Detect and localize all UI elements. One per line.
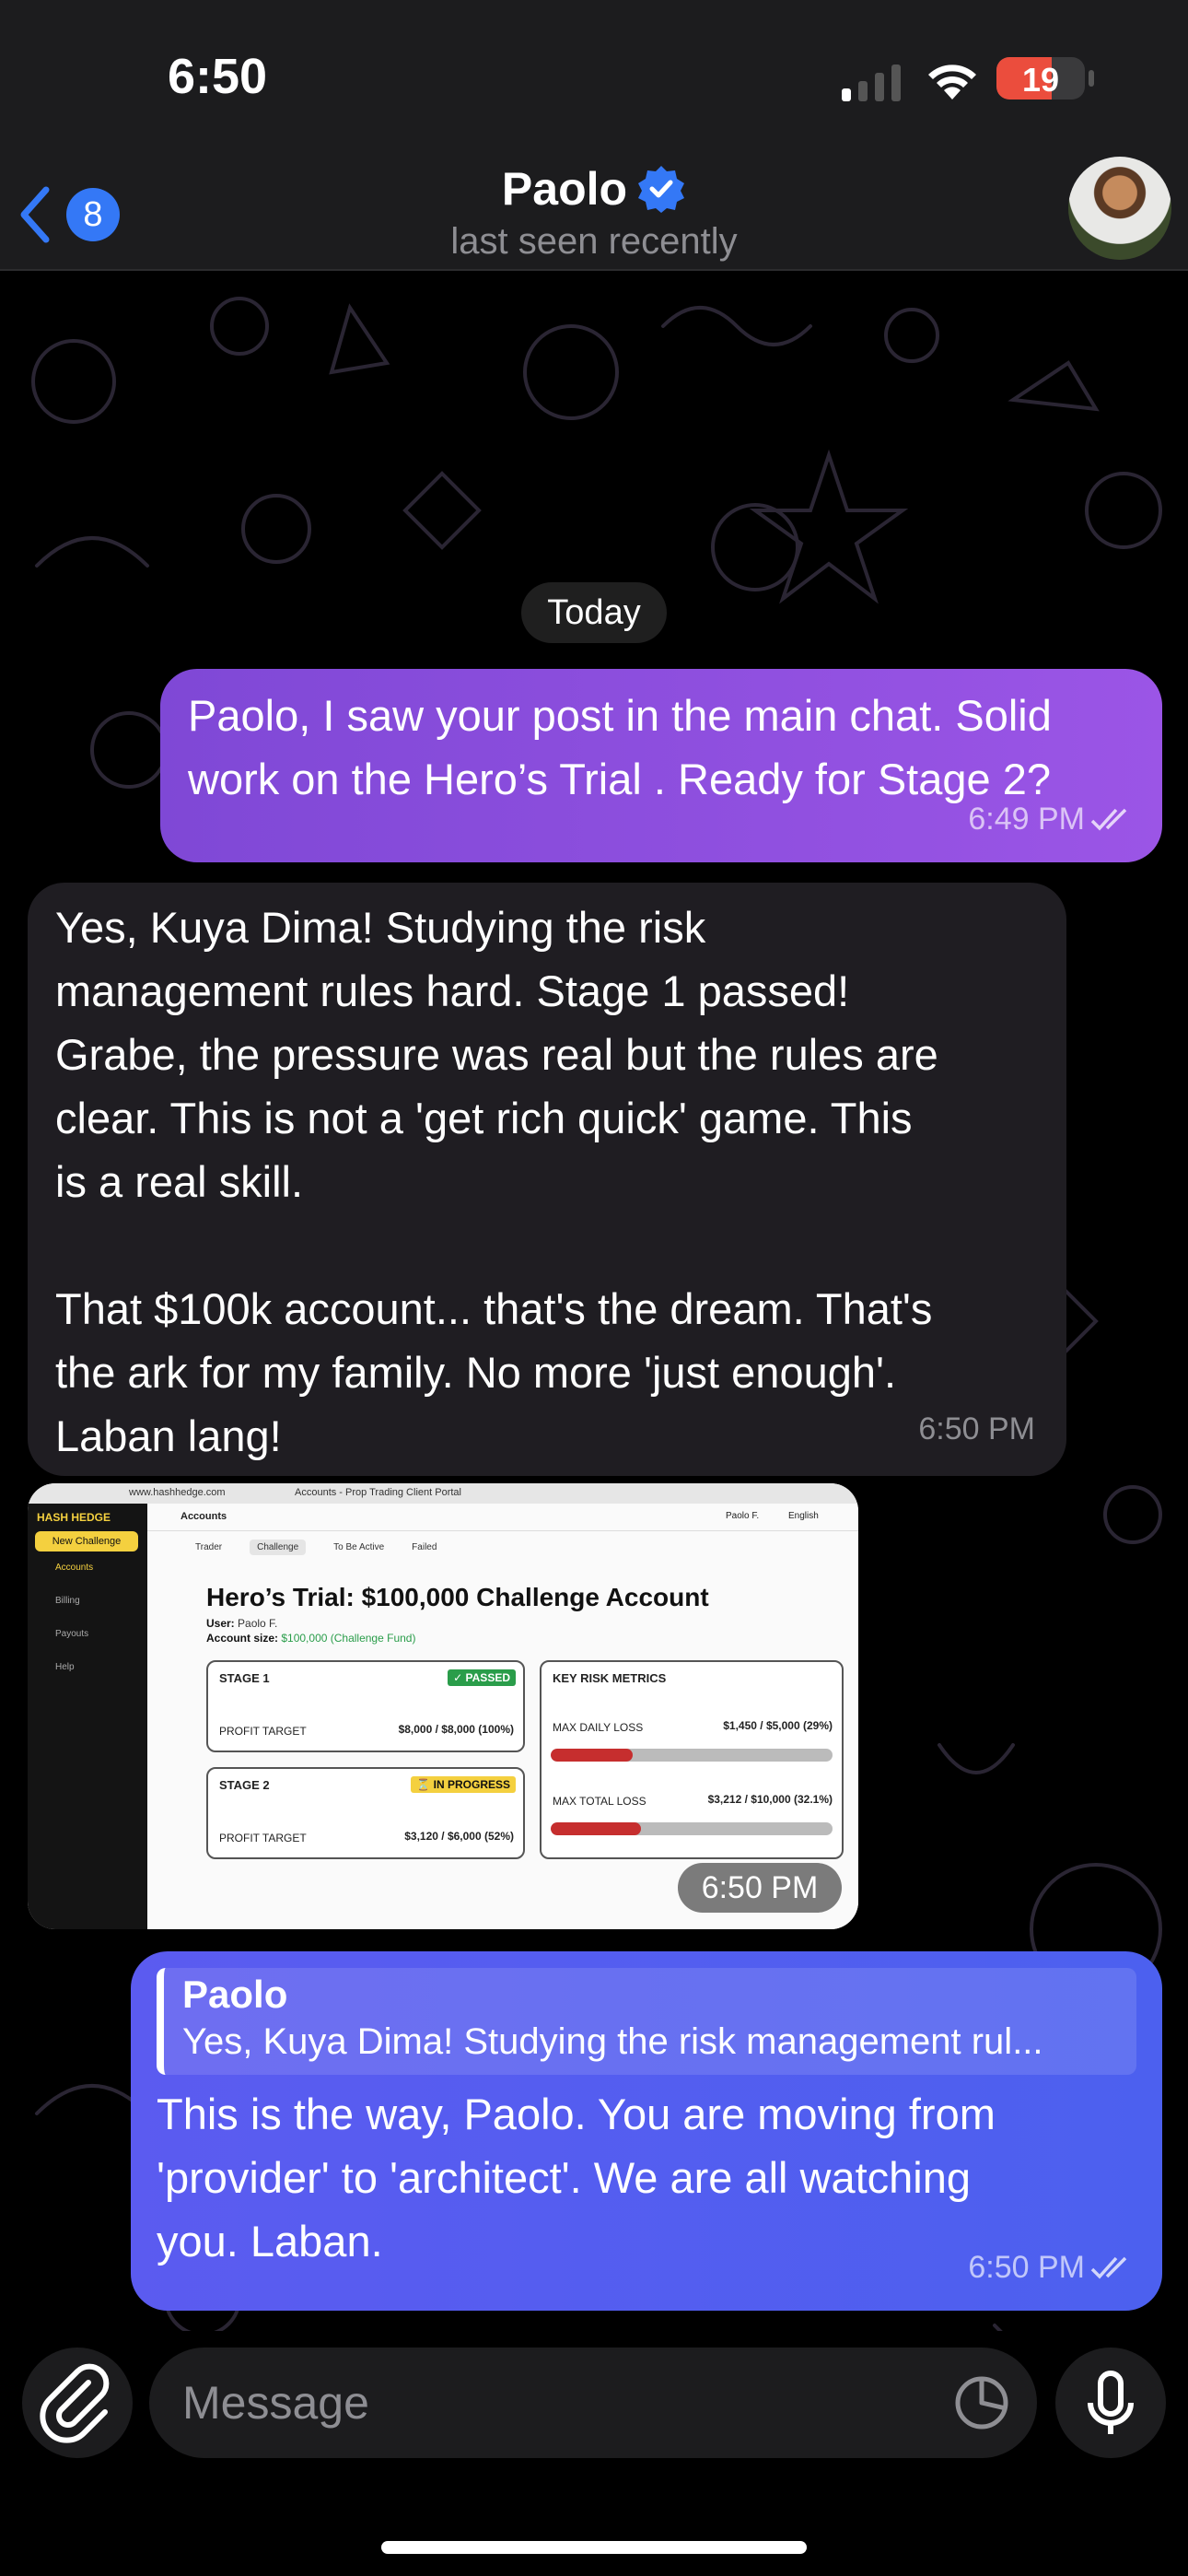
portal-header: Accounts Paolo F. English [147, 1504, 858, 1531]
portal-user-info: User: Paolo F. Account size: $100,000 (C… [206, 1617, 416, 1645]
paperclip-icon [40, 2363, 110, 2443]
brand-logo: HASH HEDGE [37, 1511, 111, 1524]
message-meta: 6:50 PM [968, 2236, 1135, 2300]
stage1-card: STAGE 1 ✓ PASSED PROFIT TARGET $8,000 / … [206, 1660, 525, 1752]
risk-metrics-card: KEY RISK METRICS MAX DAILY LOSS $1,450 /… [540, 1660, 844, 1859]
message-time: 6:50 PM [918, 1411, 1035, 1446]
status-bar: 6:50 19 [0, 0, 1188, 157]
message-time: 6:49 PM [968, 802, 1085, 837]
message-time: 6:50 PM [968, 2250, 1085, 2285]
sticker-icon[interactable] [952, 2373, 1011, 2432]
sidebar-item: Help [55, 1662, 75, 1672]
stage2-card: STAGE 2 ⏳ IN PROGRESS PROFIT TARGET $3,1… [206, 1767, 525, 1859]
new-challenge-button: New Challenge [35, 1531, 138, 1551]
total-loss-bar [551, 1822, 833, 1835]
reply-name: Paolo [182, 1973, 288, 2016]
date-separator: Today [521, 582, 667, 643]
microphone-button[interactable] [1055, 2348, 1166, 2458]
battery-cap [1089, 70, 1094, 87]
portal-title: Hero’s Trial: $100,000 Challenge Account [206, 1583, 709, 1611]
signal-icon [842, 64, 901, 101]
message-input[interactable] [182, 2348, 938, 2458]
contact-name: Paolo [501, 163, 628, 215]
sidebar-item: Accounts [55, 1563, 94, 1573]
portal-sidebar: HASH HEDGE New Challenge Accounts Billin… [28, 1504, 147, 1929]
wifi-icon [928, 64, 976, 100]
microphone-icon [1088, 2371, 1134, 2434]
portal-tabs: Trader Challenge To Be Active Failed [195, 1540, 437, 1555]
chat-title[interactable]: Paolo last seen recently [0, 162, 1188, 263]
input-bar [0, 2331, 1188, 2576]
daily-loss-bar [551, 1749, 833, 1762]
verified-icon [638, 166, 685, 213]
incoming-message[interactable]: Yes, Kuya Dima! Studying the risk manage… [28, 883, 1066, 1476]
browser-bar: www.hashhedge.com Accounts - Prop Tradin… [28, 1483, 858, 1504]
home-indicator[interactable] [381, 2541, 807, 2554]
message-text: Yes, Kuya Dima! Studying the risk manage… [55, 903, 938, 1460]
reply-quote[interactable]: Paolo Yes, Kuya Dima! Studying the risk … [157, 1968, 1136, 2075]
photo-time: 6:50 PM [678, 1863, 842, 1913]
outgoing-message[interactable]: Paolo Yes, Kuya Dima! Studying the risk … [131, 1951, 1162, 2311]
chat-header: 8 Paolo last seen recently [0, 157, 1188, 271]
contact-status: last seen recently [450, 221, 738, 262]
browser-url: www.hashhedge.com [129, 1487, 226, 1498]
sidebar-item: Payouts [55, 1629, 89, 1639]
battery-icon: 19 [996, 57, 1085, 100]
outgoing-message[interactable]: Paolo, I saw your post in the main chat.… [160, 669, 1162, 862]
double-check-icon [1090, 808, 1127, 831]
browser-tab-title: Accounts - Prop Trading Client Portal [295, 1487, 461, 1498]
double-check-icon [1090, 2256, 1127, 2279]
attach-button[interactable] [22, 2348, 133, 2458]
sidebar-item: Billing [55, 1596, 80, 1606]
message-meta: 6:49 PM [968, 788, 1135, 851]
status-time: 6:50 [168, 49, 268, 104]
contact-avatar[interactable] [1068, 157, 1171, 260]
reply-text: Yes, Kuya Dima! Studying the risk manage… [182, 2021, 1043, 2062]
message-field[interactable] [149, 2348, 1037, 2458]
